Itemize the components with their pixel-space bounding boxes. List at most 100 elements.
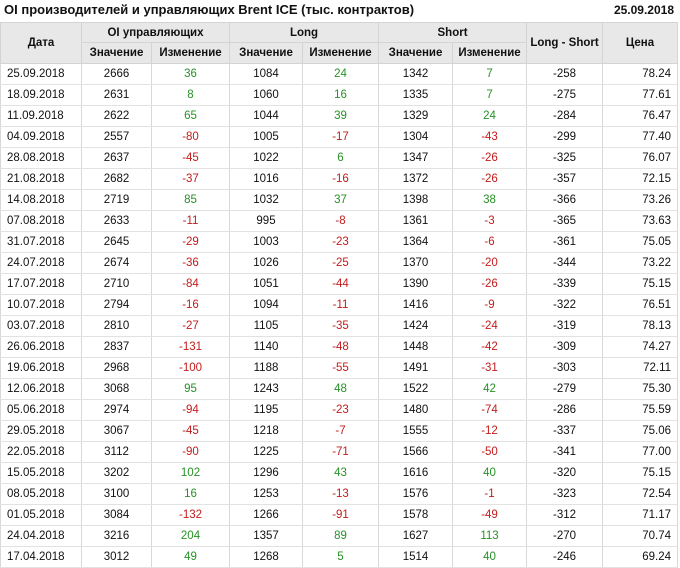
cell-long-change: -13 — [301, 483, 380, 505]
cell-oi-value: 2637 — [81, 147, 152, 169]
sub-header-oi-change: Изменение — [151, 42, 230, 64]
cell-short-change: -1 — [452, 483, 528, 505]
cell-long-value: 1188 — [229, 357, 303, 379]
cell-short-value: 1398 — [378, 189, 454, 211]
cell-long-value: 1105 — [229, 315, 303, 337]
cell-long-change: 24 — [301, 63, 380, 85]
report-title: OI производителей и управляющих Brent IC… — [4, 2, 415, 17]
cell-long-short: -279 — [526, 378, 604, 400]
cell-short-change: -31 — [452, 357, 528, 379]
cell-price: 75.59 — [602, 399, 679, 421]
cell-oi-change: -45 — [151, 420, 230, 442]
cell-price: 70.74 — [602, 525, 679, 547]
cell-long-change: -8 — [301, 210, 380, 232]
sub-header-short-change: Изменение — [452, 42, 528, 64]
cell-long-change: -44 — [301, 273, 380, 295]
cell-short-value: 1342 — [378, 63, 454, 85]
header-row-groups: Дата OI управляющих Long Short Long - Sh… — [0, 22, 679, 64]
cell-oi-change: 49 — [151, 546, 230, 568]
cell-price: 76.07 — [602, 147, 679, 169]
cell-oi-value: 2622 — [81, 105, 152, 127]
cell-long-change: -71 — [301, 441, 380, 463]
cell-oi-change: -29 — [151, 231, 230, 253]
cell-date: 18.09.2018 — [0, 84, 82, 106]
cell-long-change: -55 — [301, 357, 380, 379]
group-header-long: Long — [228, 22, 380, 43]
cell-oi-change: -36 — [151, 252, 230, 274]
cell-oi-change: -45 — [151, 147, 230, 169]
cell-oi-change: 16 — [151, 483, 230, 505]
table-row: 17.07.2018 2710 -84 1051 -44 1390 -26 -339 75.15 — [0, 273, 679, 295]
cell-date: 19.06.2018 — [0, 357, 82, 379]
cell-date: 17.04.2018 — [0, 546, 82, 568]
cell-oi-value: 2557 — [81, 126, 152, 148]
oi-table: Дата OI управляющих Long Short Long - Sh… — [0, 22, 679, 568]
cell-short-value: 1514 — [378, 546, 454, 568]
table-row: 10.07.2018 2794 -16 1094 -11 1416 -9 -322 76.51 — [0, 294, 679, 316]
cell-short-change: -24 — [452, 315, 528, 337]
sub-header-short-value: Значение — [378, 42, 454, 64]
cell-long-change: -91 — [301, 504, 380, 526]
cell-long-short: -286 — [526, 399, 604, 421]
cell-long-value: 1218 — [229, 420, 303, 442]
group-header-oi: OI управляющих — [81, 22, 230, 43]
cell-oi-change: -37 — [151, 168, 230, 190]
table-row: 15.05.2018 3202 102 1296 43 1616 40 -320 75.15 — [0, 462, 679, 484]
cell-long-change: -11 — [301, 294, 380, 316]
cell-oi-change: -84 — [151, 273, 230, 295]
cell-long-short: -258 — [526, 63, 604, 85]
cell-oi-value: 3012 — [81, 546, 152, 568]
cell-oi-value: 2968 — [81, 357, 152, 379]
table-body: 25.09.2018 2666 36 1084 24 1342 7 -258 78.24 18.0… — [0, 63, 679, 568]
cell-long-short: -337 — [526, 420, 604, 442]
cell-short-change: -3 — [452, 210, 528, 232]
cell-long-change: -23 — [301, 399, 380, 421]
cell-oi-value: 3216 — [81, 525, 152, 547]
cell-price: 77.61 — [602, 84, 679, 106]
cell-long-short: -322 — [526, 294, 604, 316]
cell-oi-value: 2666 — [81, 63, 152, 85]
cell-oi-value: 3202 — [81, 462, 152, 484]
cell-long-change: -17 — [301, 126, 380, 148]
cell-oi-change: 36 — [151, 63, 230, 85]
cell-oi-change: -11 — [151, 210, 230, 232]
cell-price: 76.51 — [602, 294, 679, 316]
cell-date: 14.08.2018 — [0, 189, 82, 211]
cell-short-value: 1372 — [378, 168, 454, 190]
cell-date: 24.04.2018 — [0, 525, 82, 547]
cell-oi-change: -94 — [151, 399, 230, 421]
cell-price: 73.22 — [602, 252, 679, 274]
cell-short-value: 1364 — [378, 231, 454, 253]
cell-short-change: -26 — [452, 168, 528, 190]
table-row: 31.07.2018 2645 -29 1003 -23 1364 -6 -361 75.05 — [0, 231, 679, 253]
cell-short-change: 24 — [452, 105, 528, 127]
cell-long-change: 6 — [301, 147, 380, 169]
cell-long-change: 5 — [301, 546, 380, 568]
cell-short-change: -43 — [452, 126, 528, 148]
cell-long-value: 1253 — [229, 483, 303, 505]
cell-long-value: 1266 — [229, 504, 303, 526]
cell-long-value: 1016 — [229, 168, 303, 190]
cell-oi-value: 2810 — [81, 315, 152, 337]
cell-date: 04.09.2018 — [0, 126, 82, 148]
cell-short-value: 1329 — [378, 105, 454, 127]
cell-long-value: 1060 — [229, 84, 303, 106]
cell-long-change: 43 — [301, 462, 380, 484]
cell-price: 75.06 — [602, 420, 679, 442]
cell-long-change: -7 — [301, 420, 380, 442]
table-row: 12.06.2018 3068 95 1243 48 1522 42 -279 75.30 — [0, 378, 679, 400]
table-row: 29.05.2018 3067 -45 1218 -7 1555 -12 -337 75.06 — [0, 420, 679, 442]
table-row: 28.08.2018 2637 -45 1022 6 1347 -26 -325 76.07 — [0, 147, 679, 169]
cell-long-change: 89 — [301, 525, 380, 547]
cell-long-change: 37 — [301, 189, 380, 211]
cell-date: 07.08.2018 — [0, 210, 82, 232]
cell-oi-value: 2682 — [81, 168, 152, 190]
cell-short-value: 1522 — [378, 378, 454, 400]
cell-short-change: -6 — [452, 231, 528, 253]
report-date: 25.09.2018 — [613, 3, 674, 17]
cell-long-short: -312 — [526, 504, 604, 526]
cell-oi-value: 2837 — [81, 336, 152, 358]
cell-price: 74.27 — [602, 336, 679, 358]
cell-date: 08.05.2018 — [0, 483, 82, 505]
cell-date: 31.07.2018 — [0, 231, 82, 253]
